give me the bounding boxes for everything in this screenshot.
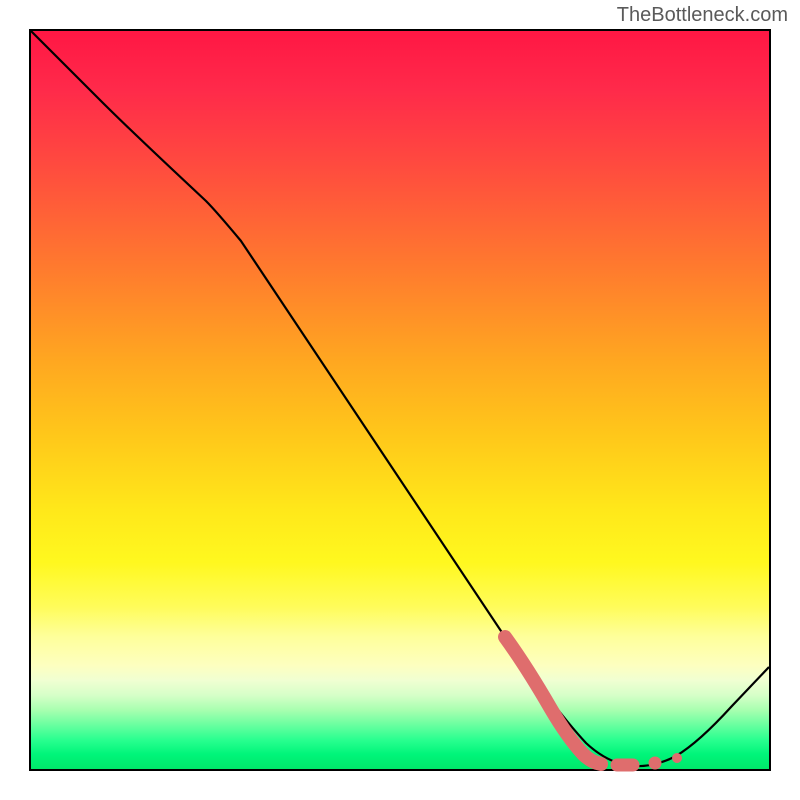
watermark-text: TheBottleneck.com: [617, 4, 788, 27]
performance-curve-line: [31, 31, 769, 766]
chart-svg: [31, 31, 769, 769]
chart-frame: [29, 29, 771, 771]
